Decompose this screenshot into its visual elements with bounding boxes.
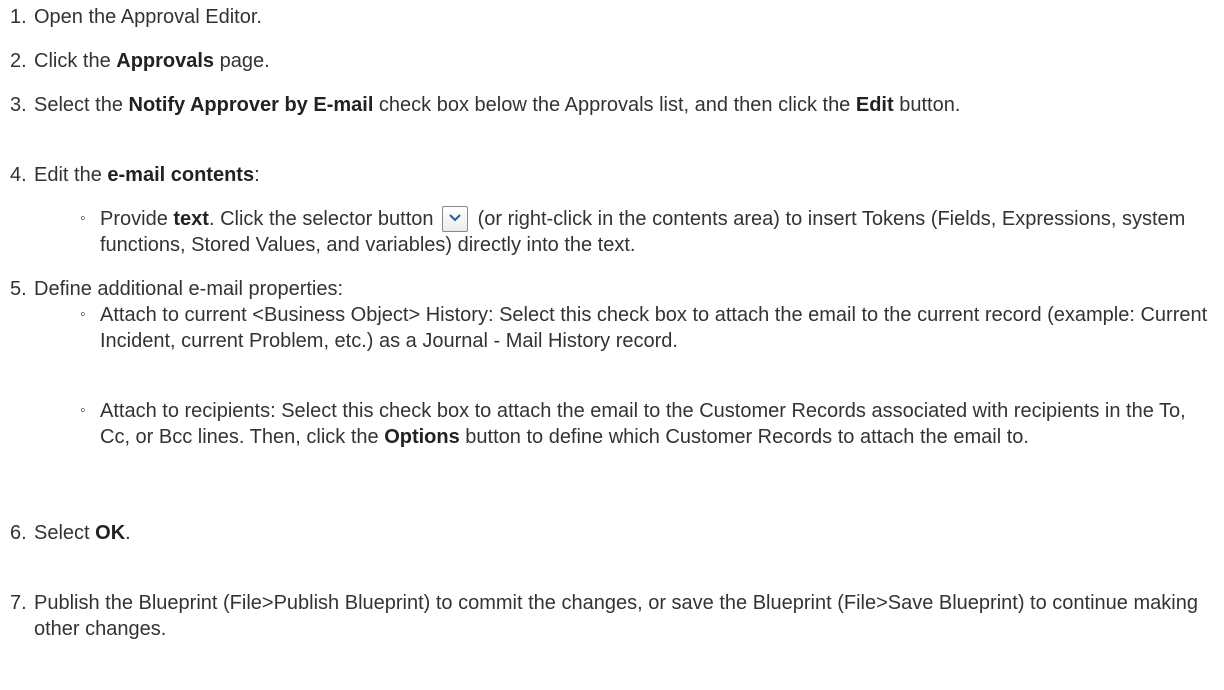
subitem-text: Attach to recipients: Select this check … — [100, 400, 1186, 448]
step-number: 1. — [10, 6, 27, 28]
step-number: 5. — [10, 278, 27, 300]
email-contents-term: e-mail contents — [107, 164, 255, 186]
bullet: ◦ — [80, 210, 86, 227]
edit-button-term: Edit — [855, 94, 894, 116]
subitem-text: Provide text. Click the selector button … — [100, 206, 1186, 256]
step-text: Select OK. — [34, 522, 131, 544]
bullet: ◦ — [80, 402, 86, 419]
step-number: 2. — [10, 50, 27, 72]
notify-approver-term: Notify Approver by E-mail — [128, 94, 374, 116]
step-text: Publish the Blueprint (File>Publish Blue… — [34, 592, 1198, 640]
options-button-term: Options — [384, 426, 460, 448]
step-text: Define additional e-mail properties: — [34, 278, 344, 300]
approvals-page-term: Approvals — [116, 50, 215, 72]
bullet: ◦ — [80, 306, 86, 323]
selector-button-icon — [442, 206, 469, 232]
step-number: 6. — [10, 522, 27, 544]
step-text: Select the Notify Approver by E-mail che… — [34, 94, 961, 116]
step-number: 4. — [10, 164, 27, 186]
step-number: 7. — [10, 592, 27, 614]
step-text: Click the Approvals page. — [34, 50, 270, 72]
step-text: Edit the e-mail contents: — [34, 164, 260, 186]
step-number: 3. — [10, 94, 27, 116]
subitem-text: Attach to current <Business Object> Hist… — [100, 304, 1208, 352]
ok-term: OK — [95, 522, 126, 544]
procedure-steps: 1. Open the Approval Editor. 2. Click th… — [0, 0, 1224, 690]
text-term: text — [173, 208, 209, 230]
step-text: Open the Approval Editor. — [34, 6, 262, 28]
